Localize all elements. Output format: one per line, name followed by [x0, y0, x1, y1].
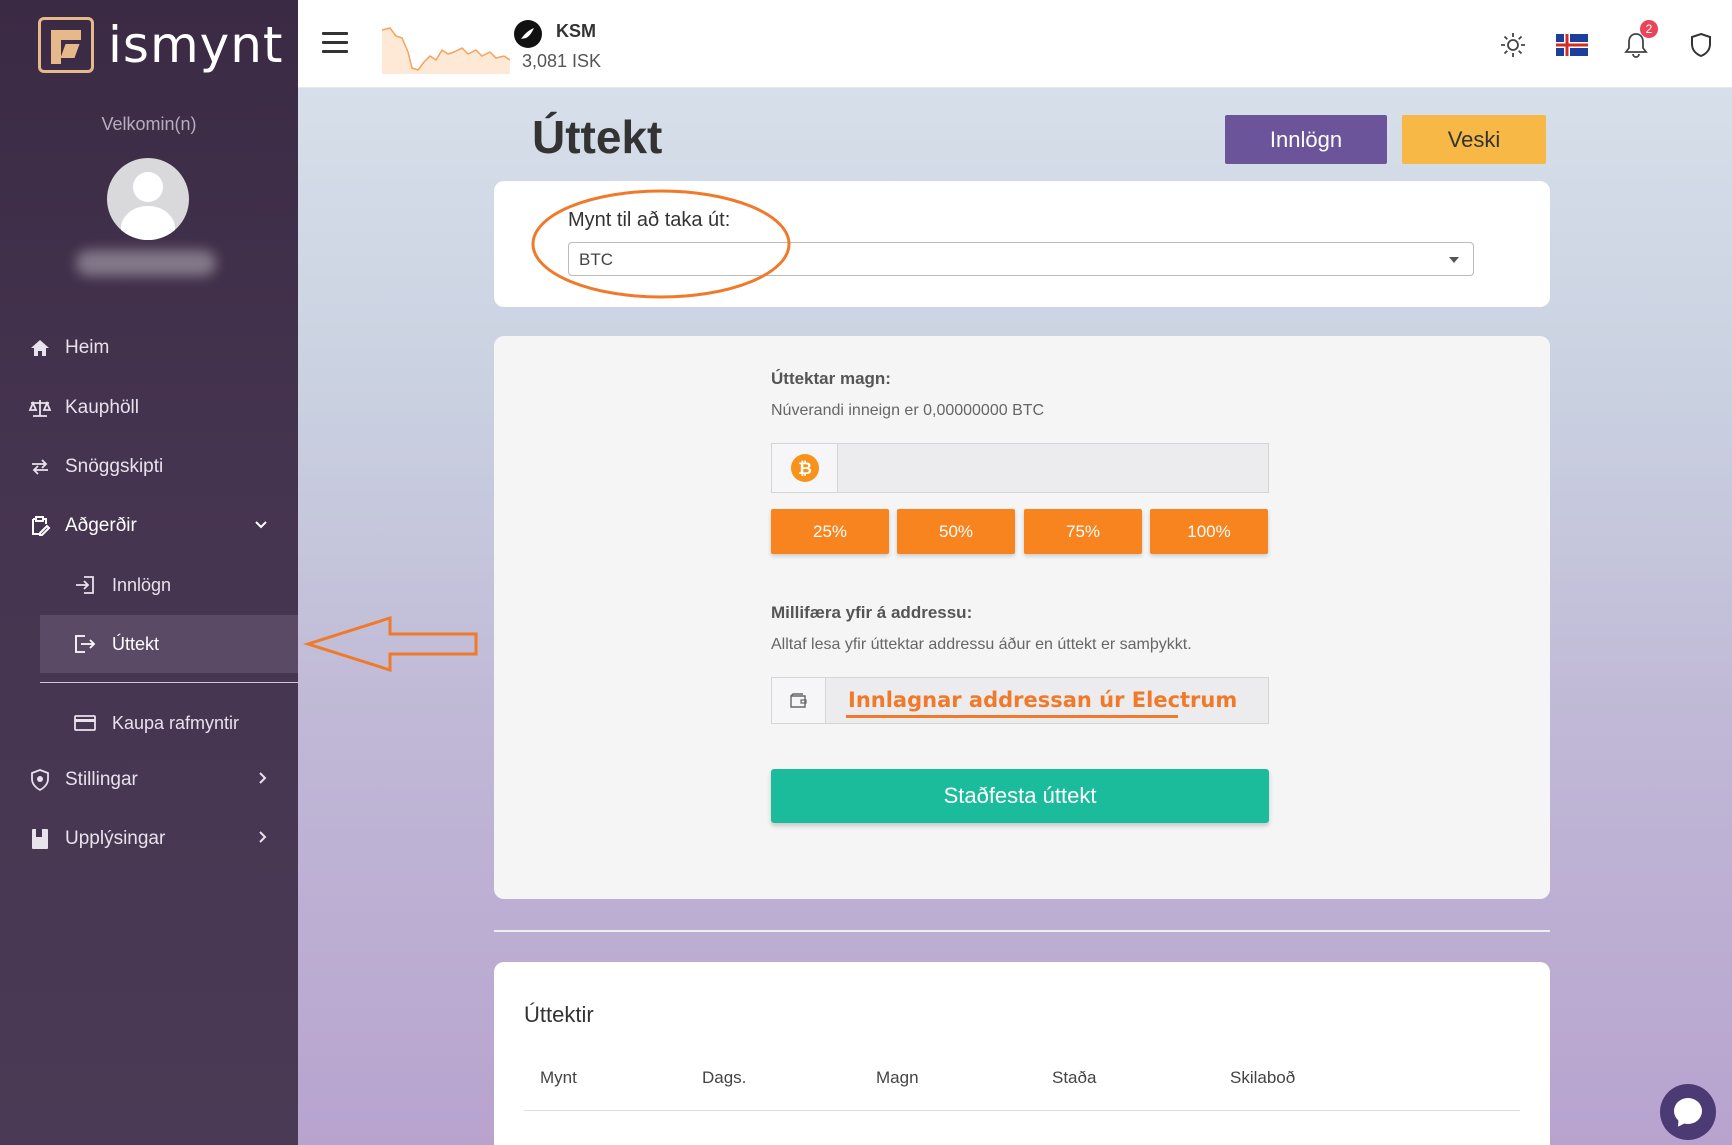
deposit-button[interactable]: Innlögn [1225, 115, 1387, 164]
column-header-amount[interactable]: Magn [876, 1068, 919, 1088]
balance-text: Núverandi inneign er 0,00000000 BTC [771, 402, 1045, 419]
user-name-blurred [76, 250, 216, 276]
sidebar-item-snoggskipti[interactable]: Snöggskipti [0, 444, 298, 490]
bitcoin-icon: ₿ [772, 444, 838, 492]
percent-100-button[interactable]: 100% [1150, 509, 1268, 554]
sidebar-subitem-innlogn[interactable]: Innlögn [40, 556, 298, 614]
coin-select-label: Mynt til að taka út: [568, 209, 731, 231]
amount-input-group: ₿ [771, 443, 1269, 493]
percent-25-button[interactable]: 25% [771, 509, 889, 554]
address-title: Millifæra yfir á addressu: [771, 603, 973, 622]
kusama-coin-icon [514, 20, 542, 48]
coin-select-value: BTC [579, 250, 613, 269]
sidebar-subitem-kaupa-rafmyntir[interactable]: Kaupa rafmyntir [40, 694, 298, 752]
sidebar-item-upplysingar[interactable]: Upplýsingar [0, 816, 298, 862]
menu-icon[interactable] [322, 32, 348, 54]
sign-out-icon [72, 634, 98, 654]
credit-card-icon [72, 715, 98, 731]
history-title: Úttektir [524, 1002, 594, 1027]
column-header-coin[interactable]: Mynt [540, 1068, 577, 1088]
ismynt-logo-icon [38, 17, 94, 73]
coin-symbol: KSM [556, 21, 596, 41]
address-annotation-underline [846, 715, 1178, 718]
sidebar: ismynt Velkomin(n) Heim Kauphöll Snöggsk… [0, 0, 298, 1145]
sidebar-item-adgerdir[interactable]: Aðgerðir [0, 503, 298, 549]
topbar: KSM 3,081 ISK 2 [298, 0, 1732, 88]
coin-price: 3,081 ISK [522, 51, 602, 71]
amount-input[interactable] [839, 444, 1269, 492]
welcome-text: Velkomin(n) [101, 114, 197, 134]
book-icon [27, 828, 53, 850]
iceland-flag-icon[interactable] [1554, 30, 1590, 60]
coin-select-card: Mynt til að taka út: BTC [494, 181, 1550, 307]
price-sparkline [382, 27, 510, 74]
coin-select[interactable]: BTC [568, 242, 1474, 276]
sidebar-subitem-uttekt[interactable]: Úttekt [40, 615, 298, 673]
home-icon [27, 339, 53, 357]
address-input-group[interactable]: Innlagnar addressan úr Electrum [771, 677, 1269, 724]
svg-text:₿: ₿ [798, 459, 812, 479]
scale-icon [27, 398, 53, 418]
sidebar-item-stillingar[interactable]: Stillingar [0, 757, 298, 803]
avatar [107, 158, 189, 240]
sidebar-item-kaupholl[interactable]: Kauphöll [0, 385, 298, 431]
address-subtitle: Alltaf lesa yfir úttektar addressu áður … [771, 636, 1192, 653]
column-header-status[interactable]: Staða [1052, 1068, 1096, 1088]
sidebar-subitem-label: Innlögn [112, 574, 172, 595]
main-content: Úttekt Innlögn Veski Mynt til að taka út… [298, 88, 1732, 1145]
percent-50-button[interactable]: 50% [897, 509, 1015, 554]
chat-bubble-icon[interactable] [1660, 1084, 1716, 1140]
sidebar-item-label: Upplýsingar [65, 828, 166, 849]
page-title: Úttekt [532, 111, 663, 163]
sidebar-item-label: Stillingar [65, 769, 138, 790]
percent-75-button[interactable]: 75% [1024, 509, 1142, 554]
shield-outline-icon[interactable] [1686, 30, 1716, 60]
shield-icon [27, 769, 53, 791]
table-header-divider [524, 1110, 1520, 1111]
withdrawals-history-card: Úttektir Mynt Dags. Magn Staða Skilaboð [494, 962, 1550, 1145]
swap-arrows-icon [27, 459, 53, 475]
clipboard-edit-icon [27, 515, 53, 537]
withdraw-form-card: Úttektar magn: Núverandi inneign er 0,00… [494, 336, 1550, 899]
sidebar-item-label: Kauphöll [65, 397, 139, 418]
column-header-date[interactable]: Dags. [702, 1068, 746, 1088]
sidebar-subitem-label: Úttekt [112, 633, 160, 654]
sidebar-item-home[interactable]: Heim [0, 325, 298, 371]
chevron-right-icon [258, 771, 268, 790]
caret-down-icon [1449, 257, 1459, 263]
section-divider [494, 930, 1550, 932]
wallet-button[interactable]: Veski [1402, 115, 1546, 164]
submenu-divider [40, 682, 298, 683]
address-annotation-text: Innlagnar addressan úr Electrum [848, 688, 1238, 712]
sidebar-item-label: Aðgerðir [65, 515, 137, 536]
sidebar-item-label: Heim [65, 337, 110, 358]
notification-badge: 2 [1640, 20, 1658, 38]
brand-name: ismynt [108, 16, 284, 74]
column-header-message[interactable]: Skilaboð [1230, 1068, 1295, 1088]
sign-in-icon [72, 575, 98, 595]
sidebar-item-label: Snöggskipti [65, 456, 164, 477]
confirm-withdrawal-button[interactable]: Staðfesta úttekt [771, 769, 1269, 823]
wallet-icon [772, 678, 826, 723]
ismynt-logo[interactable]: ismynt [38, 16, 284, 74]
chevron-down-icon [254, 517, 268, 535]
chevron-right-icon [258, 830, 268, 849]
sidebar-subitem-label: Kaupa rafmyntir [112, 712, 240, 733]
sun-icon[interactable] [1498, 30, 1528, 60]
amount-title: Úttektar magn: [771, 369, 891, 388]
